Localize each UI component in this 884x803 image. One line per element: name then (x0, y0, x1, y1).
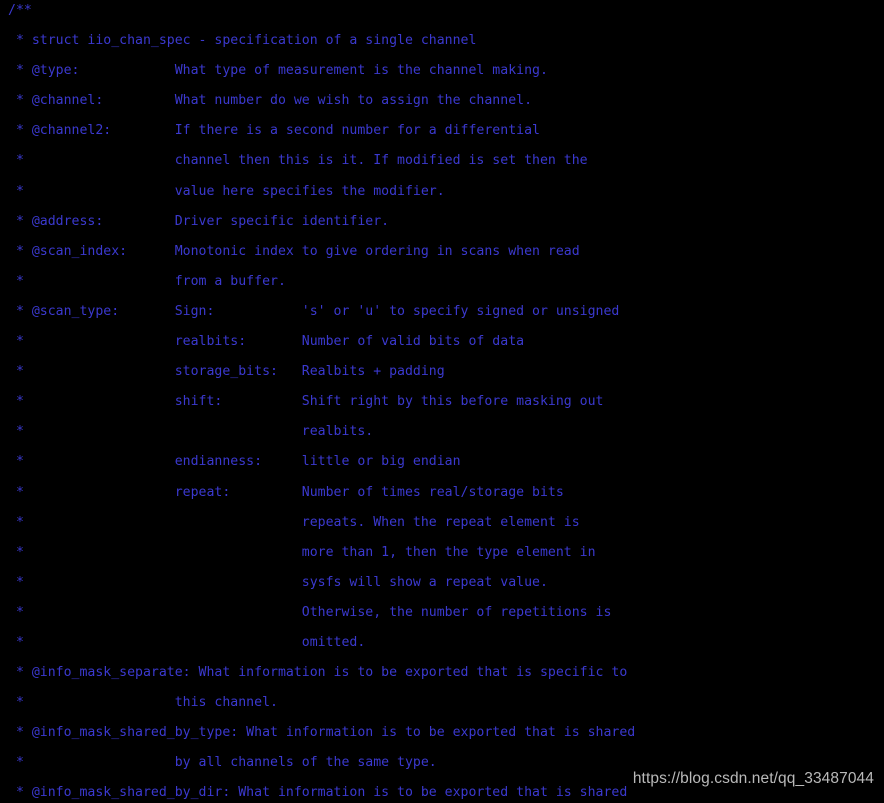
code-viewer[interactable]: /** * struct iio_chan_spec - specificati… (0, 0, 884, 803)
code-line: * from a buffer. (8, 273, 286, 289)
code-line: * channel then this is it. If modified i… (8, 153, 588, 169)
code-line: * @channel: What number do we wish to as… (8, 93, 533, 109)
code-line: * value here specifies the modifier. (8, 183, 445, 199)
code-line: * storage_bits: Realbits + padding (8, 364, 445, 380)
code-line: * @scan_type: Sign: 's' or 'u' to specif… (8, 303, 620, 319)
code-line: * omitted. (8, 634, 366, 650)
code-line: * shift: Shift right by this before mask… (8, 394, 604, 410)
code-line: * this channel. (8, 695, 278, 711)
code-line: * @info_mask_separate: What information … (8, 665, 628, 681)
code-line: * @type: What type of measurement is the… (8, 63, 548, 79)
code-line: * @info_mask_shared_by_type: What inform… (8, 725, 636, 741)
code-line: * @address: Driver specific identifier. (8, 213, 390, 229)
code-line: * struct iio_chan_spec - specification o… (8, 33, 477, 49)
code-line: * repeat: Number of times real/storage b… (8, 484, 564, 500)
code-line: * Otherwise, the number of repetitions i… (8, 604, 612, 620)
code-line: * sysfs will show a repeat value. (8, 574, 548, 590)
code-line: * endianness: little or big endian (8, 454, 461, 470)
code-line: * @scan_index: Monotonic index to give o… (8, 243, 580, 259)
code-line: * realbits. (8, 424, 374, 440)
code-line: * more than 1, then the type element in (8, 544, 596, 560)
watermark-url: https://blog.csdn.net/qq_33487044 (632, 770, 874, 787)
code-line: * @info_mask_shared_by_dir: What informa… (8, 785, 628, 801)
code-line: * realbits: Number of valid bits of data (8, 334, 525, 350)
code-line: * @channel2: If there is a second number… (8, 123, 540, 139)
code-line: * by all channels of the same type. (8, 755, 437, 771)
code-line: /** (8, 3, 32, 18)
code-line: * repeats. When the repeat element is (8, 514, 580, 530)
code-text-block[interactable]: /** * struct iio_chan_spec - specificati… (8, 3, 635, 803)
